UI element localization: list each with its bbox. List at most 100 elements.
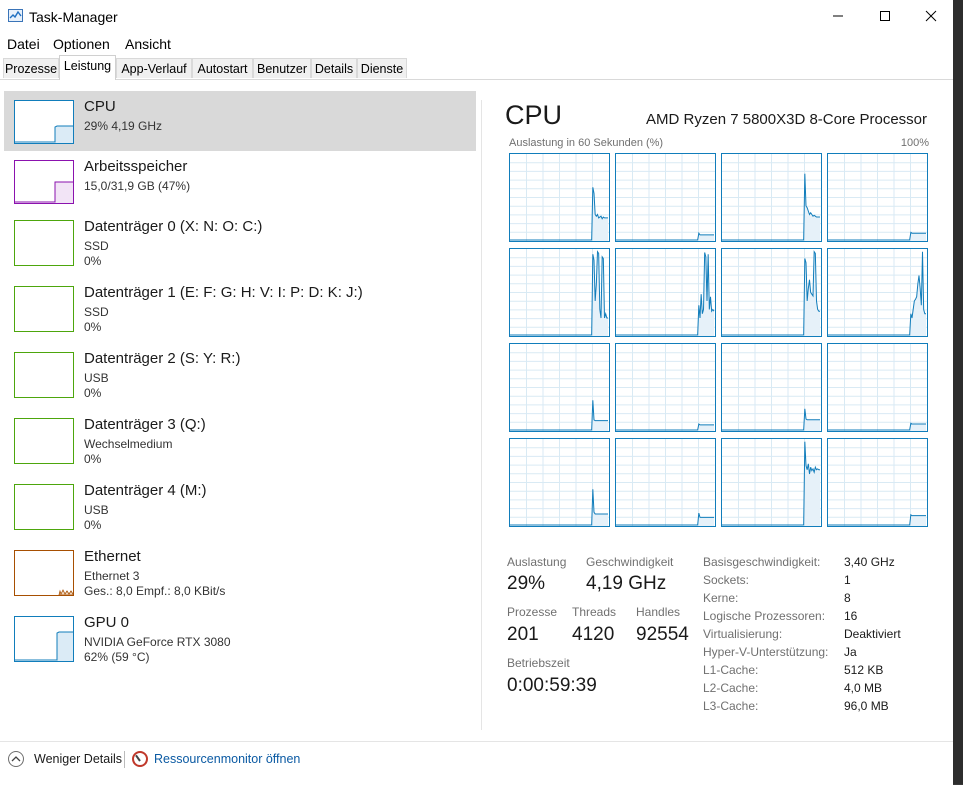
prozesse-label: Prozesse	[507, 605, 558, 619]
logical-processor-graph	[721, 248, 822, 337]
device-type: SSD	[84, 305, 109, 319]
device-type: USB	[84, 371, 109, 385]
logical-processor-graph	[509, 438, 610, 527]
window-title: Task-Manager	[29, 9, 118, 25]
menu-ansicht[interactable]: Ansicht	[125, 36, 171, 52]
performance-content: CPU 29% 4,19 GHz Arbeitsspeicher 15,0/31…	[0, 80, 953, 741]
prop-value: Deaktiviert	[844, 627, 901, 641]
logical-processor-graph	[827, 248, 928, 337]
prop-value: 1	[844, 573, 851, 587]
disk-thumbnail	[14, 352, 74, 398]
resource-monitor-link[interactable]: Ressourcenmonitor öffnen	[154, 752, 300, 766]
handles-label: Handles	[636, 605, 681, 619]
device-throughput: Ges.: 8,0 Empf.: 8,0 KBit/s	[84, 584, 226, 598]
logical-processor-graph	[721, 153, 822, 242]
logical-processor-graph	[721, 343, 822, 432]
threads-value: 4120	[572, 624, 615, 645]
minimize-button[interactable]	[815, 0, 861, 32]
device-arbeitsspeicher[interactable]: Arbeitsspeicher 15,0/31,9 GB (47%)	[4, 151, 476, 211]
device-datentraeger-3[interactable]: Datenträger 3 (Q:) Wechselmedium 0%	[4, 409, 476, 469]
graph-axis-label: Auslastung in 60 Sekunden (%)	[509, 137, 664, 149]
device-model: NVIDIA GeForce RTX 3080	[84, 635, 231, 649]
device-type: SSD	[84, 239, 109, 253]
handles-value: 92554	[636, 624, 689, 645]
auslastung-label: Auslastung	[507, 555, 567, 569]
device-usage: 0%	[84, 254, 102, 268]
close-button[interactable]	[908, 0, 954, 32]
prop-key: L1-Cache:	[703, 663, 759, 677]
tab-autostart[interactable]: Autostart	[192, 58, 253, 78]
logical-processor-graph	[615, 153, 716, 242]
core-usage-area	[698, 513, 714, 526]
disk-thumbnail	[14, 220, 74, 266]
gpu-thumbnail	[14, 616, 74, 662]
device-list: CPU 29% 4,19 GHz Arbeitsspeicher 15,0/31…	[0, 80, 480, 741]
logical-processor-graph	[827, 343, 928, 432]
geschwindigkeit-label: Geschwindigkeit	[586, 555, 674, 569]
device-ethernet[interactable]: Ethernet Ethernet 3 Ges.: 8,0 Empf.: 8,0…	[4, 541, 476, 601]
title-bar: Task-Manager	[0, 0, 953, 32]
device-gpu-0[interactable]: GPU 0 NVIDIA GeForce RTX 3080 62% (59 °C…	[4, 607, 476, 667]
menu-datei[interactable]: Datei	[7, 36, 40, 52]
logical-processor-graphs	[509, 153, 929, 529]
device-usage: 62% (59 °C)	[84, 650, 150, 664]
tab-prozesse[interactable]: Prozesse	[3, 58, 59, 78]
logical-processor-graph	[721, 438, 822, 527]
prop-value: 96,0 MB	[844, 699, 889, 713]
resource-monitor-icon[interactable]	[132, 751, 148, 767]
tab-leistung[interactable]: Leistung	[59, 55, 116, 80]
device-name: Datenträger 4 (M:)	[84, 482, 207, 499]
core-usage-area	[804, 441, 820, 526]
device-type: USB	[84, 503, 109, 517]
prozesse-value: 201	[507, 624, 539, 645]
logical-processor-graph	[615, 343, 716, 432]
prop-value: 4,0 MB	[844, 681, 883, 695]
prop-key: Kerne:	[703, 591, 739, 605]
graph-axis-max: 100%	[900, 137, 929, 149]
maximize-icon	[880, 11, 890, 21]
device-usage: 0%	[84, 386, 102, 400]
logical-processor-graph	[827, 438, 928, 527]
cpu-detail-pane: CPU AMD Ryzen 7 5800X3D 8-Core Processor…	[490, 80, 953, 741]
chevron-up-icon[interactable]	[8, 751, 24, 767]
tab-dienste[interactable]: Dienste	[357, 58, 407, 78]
device-detail: 15,0/31,9 GB (47%)	[84, 179, 191, 193]
maximize-button[interactable]	[862, 0, 908, 32]
prop-key: Logische Prozessoren:	[703, 609, 826, 623]
fewer-details-link[interactable]: Weniger Details	[34, 752, 122, 766]
tab-benutzer[interactable]: Benutzer	[253, 58, 311, 78]
prop-key: Hyper-V-Unterstützung:	[703, 645, 829, 659]
menu-optionen[interactable]: Optionen	[53, 36, 110, 52]
tab-app-verlauf[interactable]: App-Verlauf	[116, 58, 192, 78]
footer-bar: Weniger Details Ressourcenmonitor öffnen	[0, 741, 953, 785]
device-name: Datenträger 1 (E: F: G: H: V: I: P: D: K…	[84, 284, 363, 301]
disk-thumbnail	[14, 484, 74, 530]
device-cpu[interactable]: CPU 29% 4,19 GHz	[4, 91, 476, 151]
memory-thumbnail	[14, 160, 74, 204]
geschwindigkeit-value: 4,19 GHz	[586, 573, 667, 594]
device-usage: 0%	[84, 452, 102, 466]
device-datentraeger-4[interactable]: Datenträger 4 (M:) USB 0%	[4, 475, 476, 535]
auslastung-value: 29%	[507, 573, 546, 594]
device-datentraeger-0[interactable]: Datenträger 0 (X: N: O: C:) SSD 0%	[4, 211, 476, 271]
prop-value: 16	[844, 609, 858, 623]
tab-details[interactable]: Details	[311, 58, 357, 78]
ethernet-thumbnail	[14, 550, 74, 596]
cpu-title: CPU	[505, 100, 563, 130]
tab-bar: Prozesse Leistung App-Verlauf Autostart …	[0, 55, 953, 80]
logical-processor-graph	[509, 153, 610, 242]
device-name: GPU 0	[84, 614, 130, 631]
device-detail: 29% 4,19 GHz	[84, 119, 163, 133]
core-usage-area	[698, 233, 714, 241]
device-name: Ethernet	[84, 548, 141, 565]
prop-key: Basisgeschwindigkeit:	[703, 555, 821, 569]
threads-label: Threads	[572, 605, 617, 619]
device-datentraeger-2[interactable]: Datenträger 2 (S: Y: R:) USB 0%	[4, 343, 476, 403]
device-datentraeger-1[interactable]: Datenträger 1 (E: F: G: H: V: I: P: D: K…	[4, 277, 476, 337]
core-usage-area	[910, 514, 926, 526]
cpu-thumbnail	[14, 100, 74, 144]
device-usage: 0%	[84, 518, 102, 532]
device-name: Arbeitsspeicher	[84, 158, 188, 175]
device-name: Datenträger 0 (X: N: O: C:)	[84, 218, 263, 235]
prop-key: Sockets:	[703, 573, 750, 587]
